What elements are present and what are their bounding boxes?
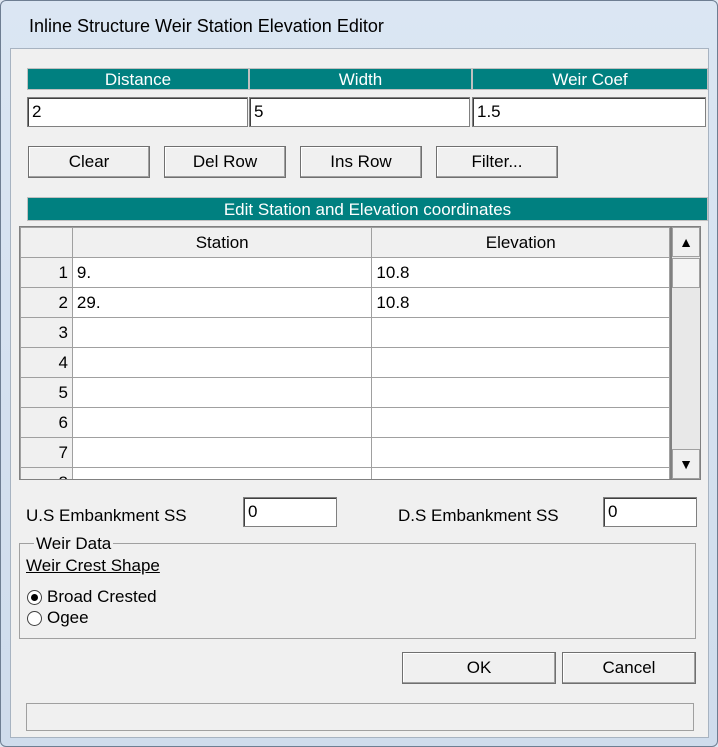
elevation-cell[interactable]: 10.8 [371, 287, 670, 318]
ins-row-button[interactable]: Ins Row [300, 146, 422, 178]
station-elevation-grid[interactable]: Station Elevation 19.10.8229.10.8345678 [19, 226, 671, 480]
ds-embankment-label: D.S Embankment SS [398, 506, 559, 525]
clear-button[interactable]: Clear [28, 146, 150, 178]
table-row[interactable]: 5 [20, 377, 670, 408]
elevation-cell[interactable] [371, 467, 670, 479]
station-cell[interactable]: 9. [71, 257, 373, 288]
table-caption: Edit Station and Elevation coordinates [27, 197, 708, 221]
station-cell[interactable] [71, 467, 373, 479]
station-column-header[interactable]: Station [71, 227, 373, 258]
ok-button[interactable]: OK [402, 652, 556, 684]
row-number[interactable]: 7 [20, 437, 73, 468]
row-number[interactable]: 1 [20, 257, 73, 288]
width-input[interactable] [249, 97, 470, 127]
station-cell[interactable] [71, 437, 373, 468]
row-number[interactable]: 3 [20, 317, 73, 348]
table-row[interactable]: 4 [20, 347, 670, 378]
elevation-cell[interactable] [371, 317, 670, 348]
del-row-button[interactable]: Del Row [164, 146, 286, 178]
row-number[interactable]: 5 [20, 377, 73, 408]
cancel-button[interactable]: Cancel [562, 652, 696, 684]
station-cell[interactable] [71, 347, 373, 378]
broad-crested-radio[interactable] [27, 590, 42, 605]
broad-crested-label[interactable]: Broad Crested [47, 587, 157, 607]
filter-button[interactable]: Filter... [436, 146, 558, 178]
elevation-column-header[interactable]: Elevation [371, 227, 670, 258]
weir-crest-shape-label: Weir Crest Shape [26, 556, 160, 575]
width-header: Width [249, 68, 472, 90]
table-row[interactable]: 1 9. 10.8 [20, 257, 670, 288]
ds-embankment-input[interactable] [603, 497, 697, 527]
station-cell[interactable] [71, 317, 373, 348]
window-title: Inline Structure Weir Station Elevation … [29, 16, 384, 36]
station-cell[interactable] [71, 377, 373, 408]
row-number[interactable]: 6 [20, 407, 73, 438]
scroll-thumb[interactable] [672, 258, 700, 288]
ogee-radio[interactable] [27, 611, 42, 626]
station-cell[interactable]: 29. [71, 287, 373, 318]
elevation-cell[interactable]: 10.8 [371, 257, 670, 288]
status-bar [26, 703, 694, 731]
title-bar[interactable]: Inline Structure Weir Station Elevation … [1, 1, 717, 36]
weir-coef-header: Weir Coef [472, 68, 708, 90]
distance-input[interactable] [27, 97, 248, 127]
elevation-cell[interactable] [371, 437, 670, 468]
row-number-header [20, 227, 73, 258]
table-row[interactable]: 7 [20, 437, 670, 468]
grid-scrollbar[interactable]: ▲ ▼ [671, 226, 701, 480]
scroll-up-arrow-icon[interactable]: ▲ [672, 227, 700, 257]
table-row[interactable]: 2 29. 10.8 [20, 287, 670, 318]
distance-header: Distance [27, 68, 249, 90]
scroll-down-arrow-icon[interactable]: ▼ [672, 449, 700, 479]
us-embankment-label: U.S Embankment SS [26, 506, 187, 525]
elevation-cell[interactable] [371, 377, 670, 408]
table-row[interactable]: 8 [20, 467, 670, 479]
elevation-cell[interactable] [371, 407, 670, 438]
table-row[interactable]: 6 [20, 407, 670, 438]
us-embankment-input[interactable] [243, 497, 337, 527]
row-number[interactable]: 2 [20, 287, 73, 318]
row-number[interactable]: 4 [20, 347, 73, 378]
elevation-cell[interactable] [371, 347, 670, 378]
ogee-label[interactable]: Ogee [47, 608, 89, 628]
station-cell[interactable] [71, 407, 373, 438]
table-row[interactable]: 3 [20, 317, 670, 348]
row-number[interactable]: 8 [20, 467, 73, 479]
table-header-row: Station Elevation [20, 227, 670, 258]
weir-data-group-label: Weir Data [34, 534, 114, 554]
weir-coef-input[interactable] [472, 97, 706, 127]
